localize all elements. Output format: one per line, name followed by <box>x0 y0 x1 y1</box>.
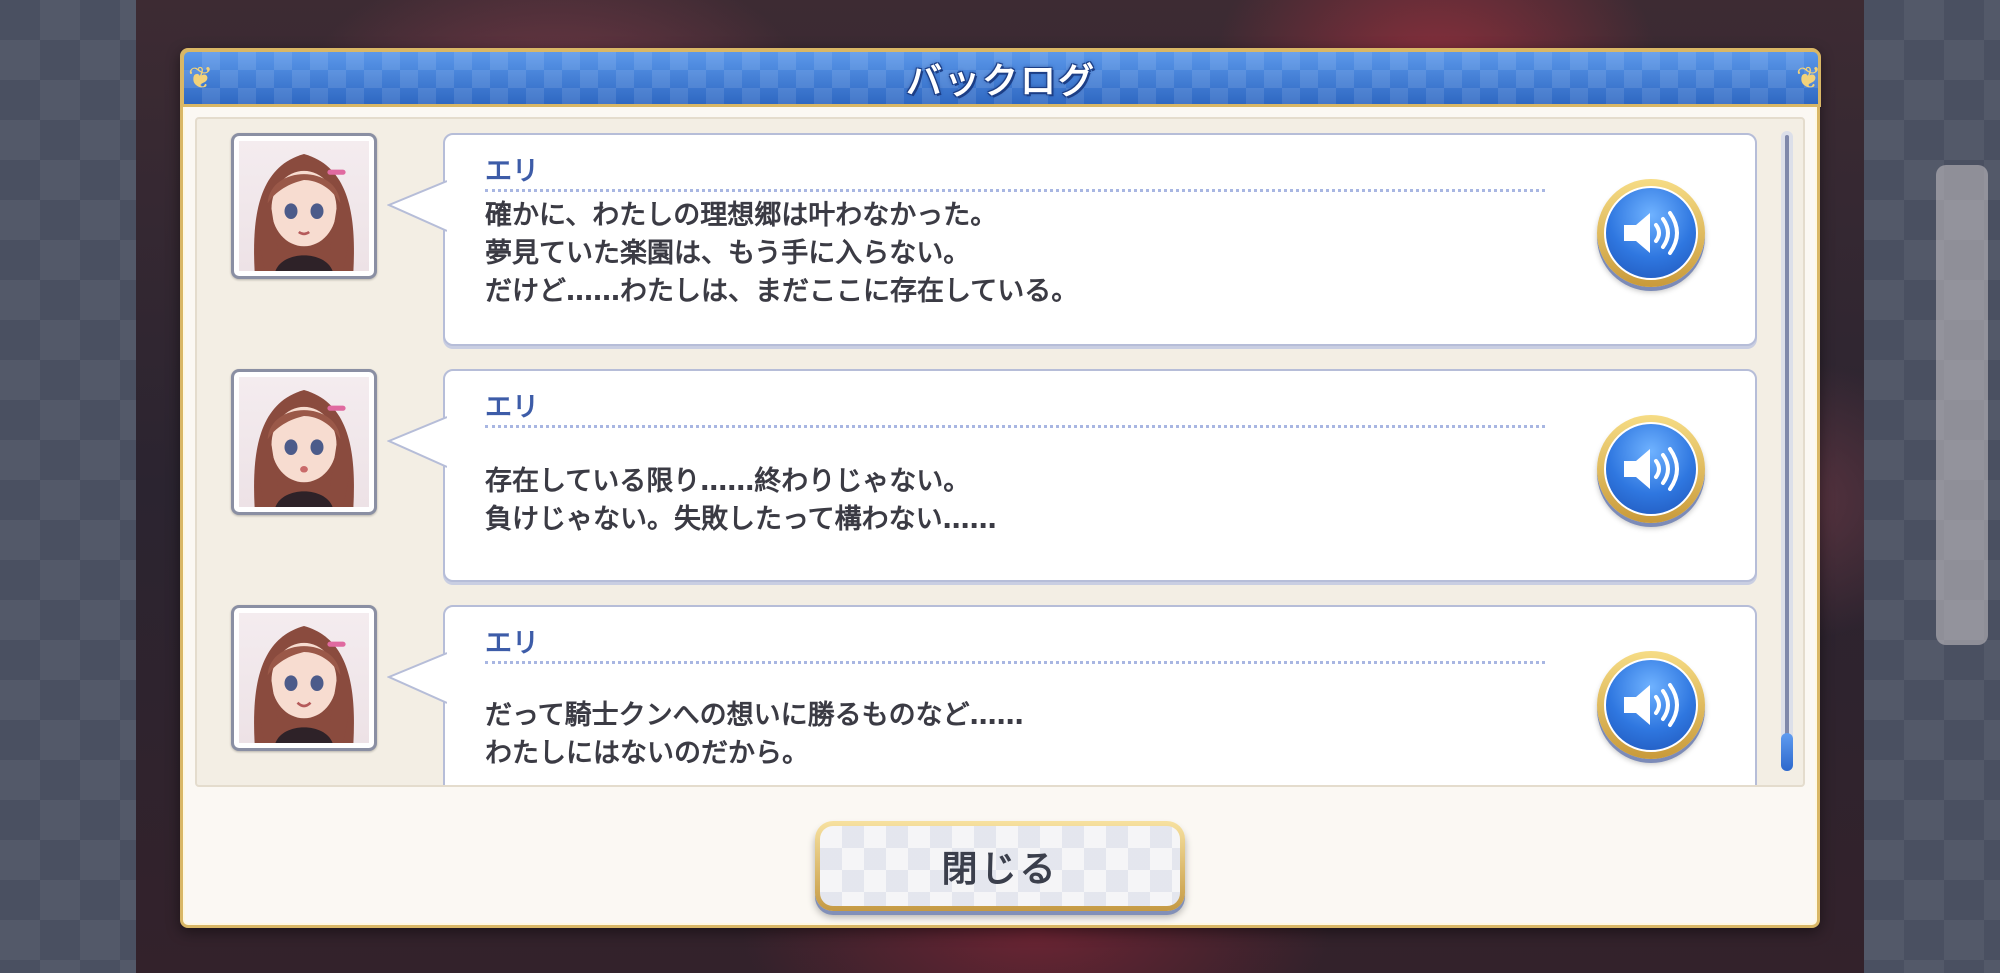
dialogue-line: わたしにはないのだから。 <box>485 738 809 769</box>
speaker-name: エリ <box>485 392 539 423</box>
dialogue-line: 確かに、わたしの理想郷は叶わなかった。 <box>485 200 998 231</box>
dialog-title: バックログ <box>905 61 1096 102</box>
bubble-tail-icon <box>387 180 447 232</box>
corner-ornament-icon: ❦ <box>188 61 214 96</box>
backlog-entry: エリ 存在している限り……終わりじゃない。 負けじゃない。失敗したって構わない…… <box>197 369 1757 589</box>
scrollbar-thumb[interactable] <box>1781 733 1793 771</box>
backlog-dialog: ❦ バックログ ❦ エリ 確かに、わたしの理想郷は叶わなかった。 夢見ていた楽園… <box>180 48 1821 928</box>
speaker-name: エリ <box>485 628 539 659</box>
dialogue-bubble: エリ 存在している限り……終わりじゃない。 負けじゃない。失敗したって構わない…… <box>387 369 1757 582</box>
dialogue-line: 夢見ていた楽園は、もう手に入らない。 <box>485 238 971 269</box>
dialogue-line: だけど……わたしは、まだここに存在している。 <box>485 276 1079 307</box>
speaker-divider <box>485 661 1545 664</box>
close-button-label: 閉じる <box>941 849 1059 890</box>
speaker-volume-icon <box>1624 211 1679 255</box>
speaker-divider <box>485 189 1545 192</box>
backlog-entry: エリ 確かに、わたしの理想郷は叶わなかった。 夢見ていた楽園は、もう手に入らない… <box>197 133 1757 353</box>
eri-portrait-icon <box>239 377 369 507</box>
dialogue-line: 存在している限り……終わりじゃない。 <box>485 466 971 497</box>
corner-ornament-icon: ❦ <box>1796 61 1822 96</box>
speaker-name: エリ <box>485 156 539 187</box>
left-background-panel <box>0 0 136 973</box>
voice-replay-button[interactable] <box>1597 415 1705 523</box>
avatar <box>231 133 377 279</box>
speaker-divider <box>485 425 1545 428</box>
dialogue-line: 負けじゃない。失敗したって構わない…… <box>485 504 997 535</box>
bubble-tail-icon <box>387 416 447 468</box>
speaker-volume-icon <box>1624 447 1679 491</box>
backlog-list[interactable]: エリ 確かに、わたしの理想郷は叶わなかった。 夢見ていた楽園は、もう手に入らない… <box>195 117 1805 787</box>
eri-portrait-icon <box>239 613 369 743</box>
background-card <box>1936 165 1988 645</box>
dialogue-bubble: エリ 確かに、わたしの理想郷は叶わなかった。 夢見ていた楽園は、もう手に入らない… <box>387 133 1757 346</box>
scrollbar-rail <box>1785 135 1789 745</box>
speaker-volume-icon <box>1624 683 1679 727</box>
bubble-tail-icon <box>387 652 447 704</box>
voice-replay-button[interactable] <box>1597 179 1705 287</box>
dialog-title-bar: ❦ バックログ ❦ <box>181 49 1821 107</box>
avatar <box>231 605 377 751</box>
backlog-entry: エリ だって騎士クンへの想いに勝るものなど…… わたしにはないのだから。 <box>197 605 1757 785</box>
eri-portrait-icon <box>239 141 369 271</box>
scrollbar[interactable] <box>1781 131 1793 771</box>
close-button[interactable]: 閉じる <box>815 821 1185 911</box>
voice-replay-button[interactable] <box>1597 651 1705 759</box>
dialogue-line: だって騎士クンへの想いに勝るものなど…… <box>485 700 1024 731</box>
avatar <box>231 369 377 515</box>
dialogue-bubble: エリ だって騎士クンへの想いに勝るものなど…… わたしにはないのだから。 <box>387 605 1757 785</box>
